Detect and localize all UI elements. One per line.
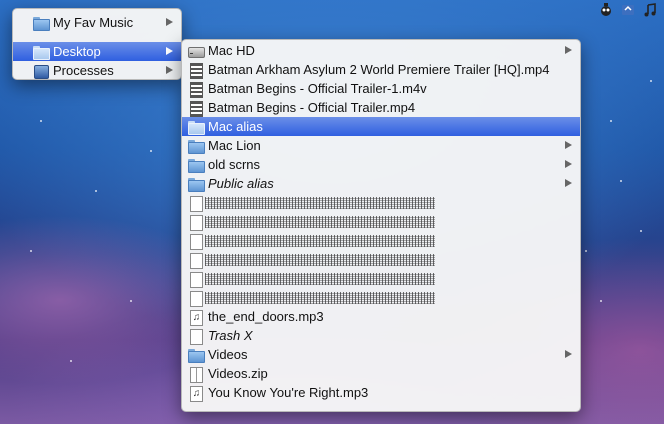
menu-item-label: You Know You're Right.mp3: [208, 385, 369, 400]
submenu-arrow-icon: [166, 66, 173, 74]
menu-item-label: the_end_doors.mp3: [208, 309, 324, 324]
menu-item-label: Processes: [53, 63, 114, 78]
menu-item-label: Videos: [208, 347, 248, 362]
menu-item-file[interactable]: Trash X: [182, 326, 580, 345]
menubar-extras: [598, 0, 664, 20]
menu-item-redacted[interactable]: [182, 212, 580, 231]
redacted-filename: [205, 291, 435, 304]
folder-icon: [188, 348, 205, 363]
menu-item-file[interactable]: Mac HD: [182, 41, 580, 60]
menu-item-label: Public alias: [208, 176, 274, 191]
menu-item-label: Batman Arkham Asylum 2 World Premiere Tr…: [208, 62, 550, 77]
menu-item-label: Mac HD: [208, 43, 255, 58]
menu-item-file[interactable]: the_end_doors.mp3: [182, 307, 580, 326]
folder-icon: [188, 139, 205, 154]
bug-icon[interactable]: [598, 2, 614, 18]
menu-item-label: Desktop: [53, 44, 101, 59]
menu-item-desktop[interactable]: Desktop: [13, 42, 181, 61]
submenu-arrow-icon: [166, 18, 173, 26]
redacted-filename: [205, 272, 435, 285]
redacted-filename: [205, 196, 435, 209]
menu-item-file[interactable]: Videos.zip: [182, 364, 580, 383]
audio-icon: [188, 385, 203, 402]
submenu-arrow-icon: [565, 160, 572, 168]
menu-item-redacted[interactable]: [182, 288, 580, 307]
folder-icon: [33, 45, 50, 60]
menu-item-my-fav-music[interactable]: My Fav Music: [13, 13, 181, 32]
menu-item-label: Batman Begins - Official Trailer.mp4: [208, 100, 416, 115]
folder-icon: [33, 16, 50, 31]
submenu-arrow-icon: [565, 141, 572, 149]
movie-icon: [188, 62, 203, 79]
menu-item-file[interactable]: Videos: [182, 345, 580, 364]
menu-item-label: Trash X: [208, 328, 253, 343]
menu-item-label: Batman Begins - Official Trailer-1.m4v: [208, 81, 427, 96]
folder-icon: [188, 158, 205, 173]
menu-item-file[interactable]: old scrns: [182, 155, 580, 174]
redacted-filename: [205, 253, 435, 266]
menu-item-file[interactable]: You Know You're Right.mp3: [182, 383, 580, 402]
submenu-arrow-icon: [565, 179, 572, 187]
menu-item-redacted[interactable]: [182, 193, 580, 212]
submenu-arrow-icon: [166, 47, 173, 55]
menu-item-redacted[interactable]: [182, 231, 580, 250]
file-icon: [188, 328, 203, 345]
audio-icon: [188, 309, 203, 326]
menu-item-label: old scrns: [208, 157, 261, 172]
movie-icon: [188, 100, 203, 117]
menu-item-file[interactable]: Mac alias: [182, 117, 580, 136]
menu-item-processes[interactable]: Processes: [13, 61, 181, 80]
zip-icon: [188, 366, 203, 383]
menu-spacer: [13, 32, 181, 42]
menu-item-label: Videos.zip: [208, 366, 268, 381]
redacted-filename: [205, 234, 435, 247]
root-menu: My Fav Music Desktop Processes: [12, 8, 182, 80]
file-icon: [188, 214, 203, 231]
redacted-filename: [205, 215, 435, 228]
menu-item-file[interactable]: Public alias: [182, 174, 580, 193]
menu-item-file[interactable]: Mac Lion: [182, 136, 580, 155]
menu-item-file[interactable]: Batman Begins - Official Trailer-1.m4v: [182, 79, 580, 98]
movie-icon: [188, 81, 203, 98]
folder-icon: [188, 120, 205, 135]
menu-item-redacted[interactable]: [182, 269, 580, 288]
menu-item-label: Mac alias: [208, 119, 263, 134]
file-icon: [188, 195, 203, 212]
menu-item-redacted[interactable]: [182, 250, 580, 269]
file-icon: [188, 271, 203, 288]
drive-icon: [188, 44, 205, 58]
submenu-arrow-icon: [565, 46, 572, 54]
menu-item-file[interactable]: Batman Begins - Official Trailer.mp4: [182, 98, 580, 117]
menu-item-file[interactable]: Batman Arkham Asylum 2 World Premiere Tr…: [182, 60, 580, 79]
folder-icon: [188, 177, 205, 192]
menu-item-label: Mac Lion: [208, 138, 261, 153]
menu-item-label: My Fav Music: [53, 15, 134, 30]
application-icon: [33, 64, 49, 79]
file-icon: [188, 233, 203, 250]
desktop-submenu: Mac HD Batman Arkham Asylum 2 World Premi…: [181, 39, 581, 412]
submenu-arrow-icon: [565, 350, 572, 358]
music-note-icon[interactable]: [642, 2, 658, 18]
file-icon: [188, 290, 203, 307]
sync-icon[interactable]: [620, 2, 636, 18]
file-icon: [188, 252, 203, 269]
